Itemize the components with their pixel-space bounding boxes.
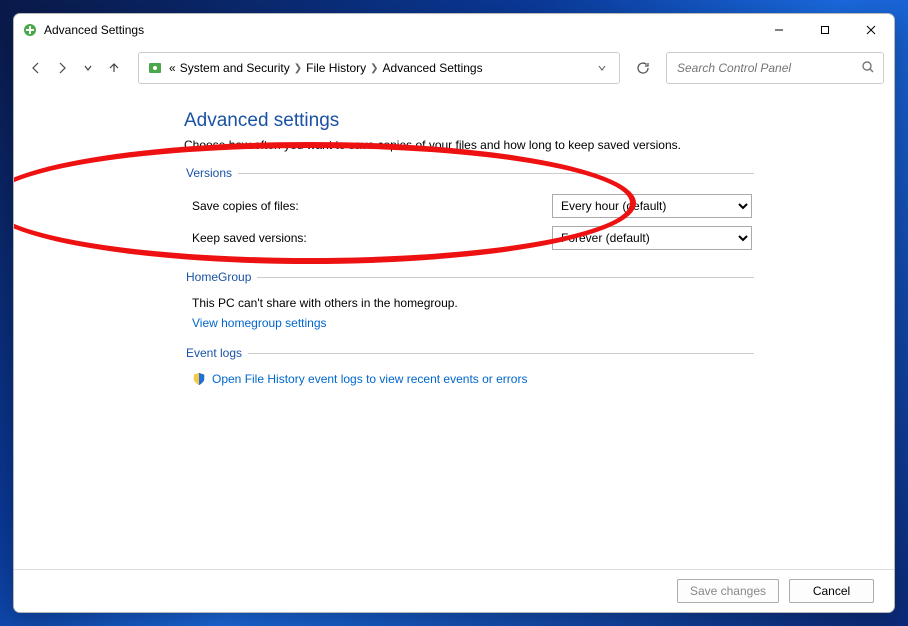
maximize-button[interactable] bbox=[802, 14, 848, 46]
eventlogs-group: Event logs Open File History event logs … bbox=[184, 346, 754, 386]
keep-versions-label: Keep saved versions: bbox=[192, 231, 552, 245]
save-changes-button[interactable]: Save changes bbox=[677, 579, 779, 603]
homegroup-legend: HomeGroup bbox=[184, 270, 257, 284]
versions-group: Versions Save copies of files: Every hou… bbox=[184, 166, 754, 254]
eventlogs-link[interactable]: Open File History event logs to view rec… bbox=[212, 372, 527, 386]
forward-button[interactable] bbox=[50, 56, 74, 80]
chevron-right-icon: ❯ bbox=[368, 63, 380, 74]
search-icon[interactable] bbox=[861, 60, 875, 77]
homegroup-text: This PC can't share with others in the h… bbox=[184, 294, 754, 314]
footer: Save changes Cancel bbox=[14, 569, 894, 612]
homegroup-link[interactable]: View homegroup settings bbox=[184, 314, 754, 330]
up-button[interactable] bbox=[102, 56, 126, 80]
breadcrumb-item[interactable]: File History bbox=[304, 61, 368, 75]
save-copies-label: Save copies of files: bbox=[192, 199, 552, 213]
refresh-button[interactable] bbox=[628, 53, 658, 83]
control-panel-icon bbox=[22, 22, 38, 38]
breadcrumb-item[interactable]: Advanced Settings bbox=[381, 61, 485, 75]
address-bar[interactable]: « System and Security ❯ File History ❯ A… bbox=[138, 52, 620, 84]
search-box[interactable] bbox=[666, 52, 884, 84]
chevron-right-icon: ❯ bbox=[292, 63, 304, 74]
breadcrumb-item[interactable]: System and Security bbox=[178, 61, 292, 75]
navbar: « System and Security ❯ File History ❯ A… bbox=[14, 46, 894, 90]
window: Advanced Settings « System and Security … bbox=[13, 13, 895, 613]
save-copies-row: Save copies of files: Every hour (defaul… bbox=[184, 190, 754, 222]
content-area: Advanced settings Choose how often you w… bbox=[14, 90, 894, 569]
recent-locations-button[interactable] bbox=[76, 56, 100, 80]
versions-legend: Versions bbox=[184, 166, 238, 180]
shield-icon bbox=[192, 372, 206, 386]
minimize-button[interactable] bbox=[756, 14, 802, 46]
cancel-button[interactable]: Cancel bbox=[789, 579, 874, 603]
back-button[interactable] bbox=[24, 56, 48, 80]
address-dropdown-button[interactable] bbox=[589, 54, 615, 82]
search-input[interactable] bbox=[675, 60, 861, 76]
homegroup-group: HomeGroup This PC can't share with other… bbox=[184, 270, 754, 330]
keep-versions-row: Keep saved versions: Forever (default) bbox=[184, 222, 754, 254]
keep-versions-select[interactable]: Forever (default) bbox=[552, 226, 752, 250]
breadcrumb-prefix: « bbox=[167, 61, 178, 75]
page-subheading: Choose how often you want to save copies… bbox=[184, 138, 894, 152]
eventlogs-legend: Event logs bbox=[184, 346, 248, 360]
window-title: Advanced Settings bbox=[44, 23, 144, 37]
titlebar: Advanced Settings bbox=[14, 14, 894, 46]
save-copies-select[interactable]: Every hour (default) bbox=[552, 194, 752, 218]
window-controls bbox=[756, 14, 894, 46]
close-button[interactable] bbox=[848, 14, 894, 46]
page-heading: Advanced settings bbox=[184, 110, 894, 132]
control-panel-icon bbox=[147, 60, 163, 76]
